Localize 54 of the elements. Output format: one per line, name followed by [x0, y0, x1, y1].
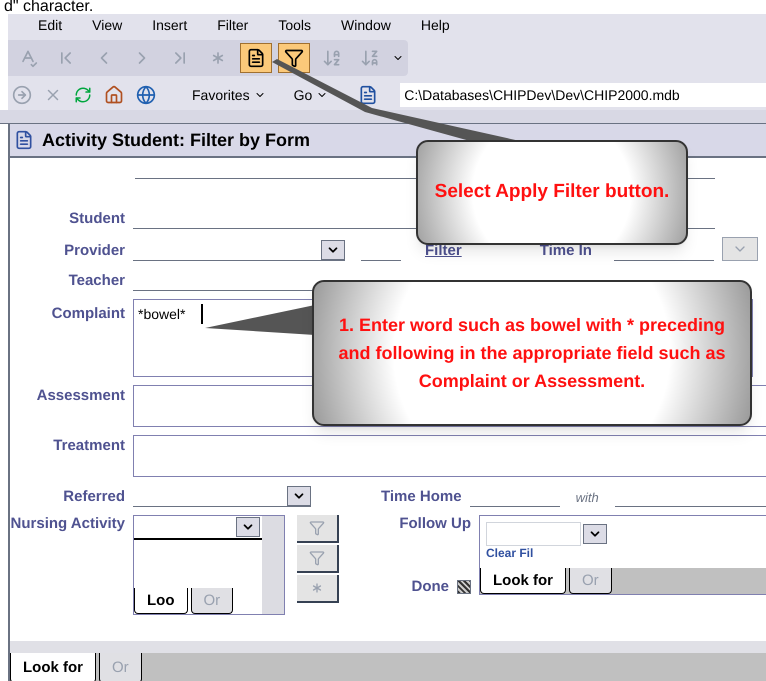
menu-item[interactable]: Window — [341, 14, 391, 36]
field-label: Student — [68, 210, 125, 229]
field-label: Assessment — [36, 386, 125, 406]
combo-field[interactable] — [486, 522, 581, 546]
form-icon — [14, 130, 34, 150]
menu-item[interactable]: View — [92, 14, 122, 36]
callout-tooltip: 1. Enter word such as bowel with * preceding and following in the appropriate field such as Complaint or Assessment. — [312, 280, 752, 426]
field-label: Complaint — [50, 304, 125, 324]
home-icon — [104, 85, 124, 105]
filter-tab[interactable]: Look for — [480, 568, 566, 594]
menu-item[interactable]: Filter — [217, 14, 248, 36]
refresh-icon — [74, 86, 92, 104]
checkbox[interactable] — [457, 580, 471, 594]
new-record-button[interactable] — [297, 575, 339, 603]
filter-icon — [284, 48, 304, 68]
sort-ascending-icon — [322, 48, 342, 68]
field-label: Nursing Activity — [10, 515, 125, 534]
go-menu[interactable]: Go — [294, 84, 328, 106]
forward-icon — [12, 85, 32, 105]
clear-filter-text: Clear Fil — [486, 546, 534, 560]
text-cursor-icon — [201, 304, 204, 324]
toolbar-button[interactable] — [240, 43, 272, 73]
field-label: Treatment — [52, 436, 125, 456]
menu-item[interactable]: Edit — [38, 14, 62, 36]
menu-item[interactable]: Tools — [278, 14, 312, 36]
field-label: Time Home — [381, 488, 462, 507]
filter-tab[interactable]: Look for — [10, 653, 96, 681]
favorites-menu[interactable]: Favorites — [192, 84, 266, 106]
window-title: Activity Student: Filter by Form — [42, 128, 310, 152]
field-label: with — [574, 488, 600, 506]
globe-icon — [136, 85, 156, 105]
dropdown-button[interactable] — [321, 240, 345, 260]
dropdown-button[interactable] — [287, 486, 311, 506]
field-label: Follow Up — [399, 515, 471, 534]
field-label: Time In — [540, 242, 593, 261]
address-field[interactable]: C:\Databases\CHIPDev\Dev\CHIP2000.mdb — [400, 83, 766, 107]
edit-filter-button[interactable] — [297, 515, 339, 543]
menu-item[interactable]: Help — [420, 14, 450, 36]
document-icon — [358, 85, 378, 105]
field-label: Referred — [62, 488, 125, 507]
filter-tab[interactable]: Loo — [134, 588, 188, 614]
field-label: Done — [412, 578, 449, 596]
treatment-field[interactable] — [133, 435, 766, 477]
dropdown-button[interactable] — [236, 517, 260, 537]
field-label: Provider — [63, 242, 125, 261]
sort-descending-icon — [360, 48, 380, 68]
callout-tooltip: Select Apply Filter button. — [416, 140, 688, 245]
filter-icon — [309, 520, 325, 536]
field-label: Teacher — [68, 272, 125, 291]
filter-icon — [309, 550, 325, 566]
menu-item[interactable]: Insert — [152, 14, 188, 36]
filter-button[interactable] — [297, 545, 339, 573]
dropdown-button[interactable] — [583, 524, 607, 544]
filter-link[interactable]: Filter — [425, 242, 462, 261]
